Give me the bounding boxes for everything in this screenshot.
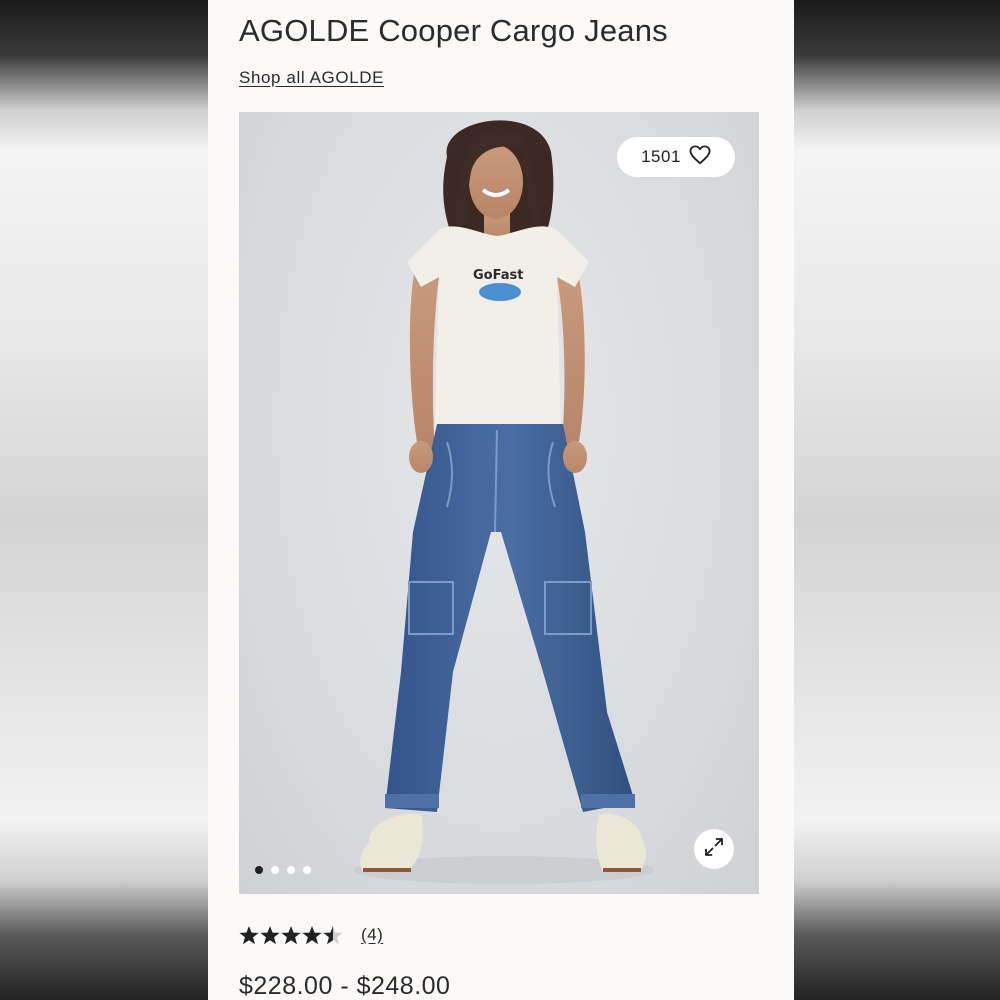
product-rating: (4): [239, 924, 383, 946]
background-right: [794, 0, 1000, 1000]
product-panel: AGOLDE Cooper Cargo Jeans Shop all AGOLD…: [208, 0, 794, 1000]
product-title: AGOLDE Cooper Cargo Jeans: [239, 13, 668, 48]
shirt-graphic-text: GoFast: [473, 268, 523, 283]
expand-arrows-icon: [703, 836, 725, 863]
favorite-button[interactable]: 1501: [617, 137, 735, 177]
product-photo: GoFast: [354, 120, 654, 884]
product-price: $228.00 - $248.00: [239, 972, 451, 1000]
product-image-gallery[interactable]: GoFast 1501: [239, 112, 759, 894]
heart-outline-icon: [689, 144, 711, 170]
background-left: [0, 0, 208, 1000]
gallery-dot[interactable]: [287, 866, 295, 874]
gallery-pagination: [255, 866, 311, 874]
star-icon: [239, 926, 343, 945]
review-count-link[interactable]: (4): [361, 925, 383, 945]
favorite-count: 1501: [641, 147, 681, 166]
expand-image-button[interactable]: [694, 829, 734, 869]
shop-all-brand-link[interactable]: Shop all AGOLDE: [239, 68, 384, 88]
gallery-dot[interactable]: [271, 866, 279, 874]
gallery-dot[interactable]: [255, 866, 263, 874]
gallery-dot[interactable]: [303, 866, 311, 874]
rating-stars: [239, 924, 343, 946]
